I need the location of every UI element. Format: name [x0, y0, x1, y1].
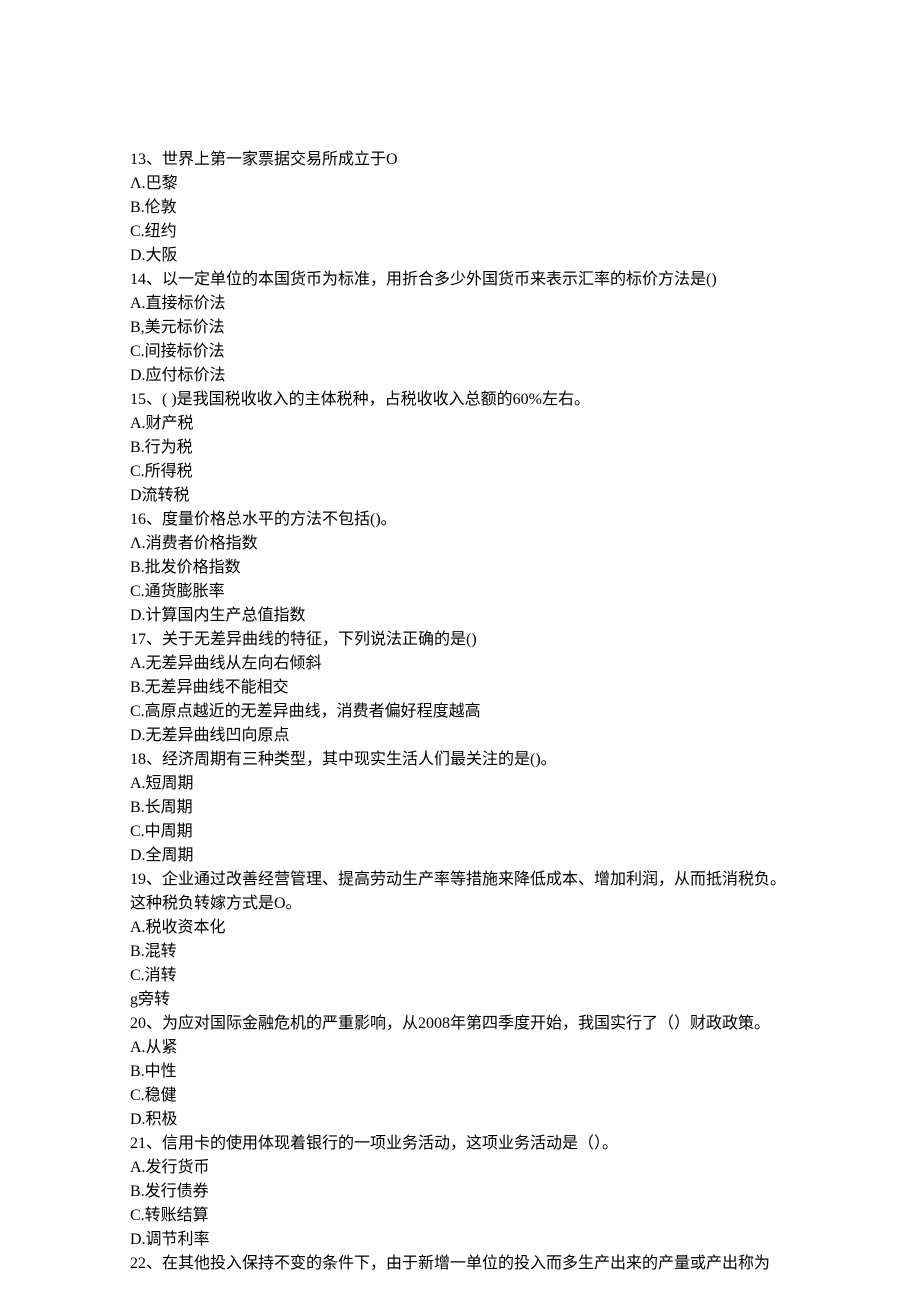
option-14-a: A.直接标价法 [130, 292, 790, 316]
question-13: 13、世界上第一家票据交易所成立于O [130, 148, 790, 172]
option-21-c: C.转账结算 [130, 1204, 790, 1228]
option-13-b: B.伦敦 [130, 196, 790, 220]
option-15-c: C.所得税 [130, 460, 790, 484]
option-13-a: Λ.巴黎 [130, 172, 790, 196]
option-20-d: D.积极 [130, 1108, 790, 1132]
question-14: 14、以一定单位的本国货币为标准，用折合多少外国货币来表示汇率的标价方法是() [130, 268, 790, 292]
option-14-d: D.应付标价法 [130, 364, 790, 388]
option-16-c: C.通货膨胀率 [130, 580, 790, 604]
option-21-a: A.发行货币 [130, 1156, 790, 1180]
option-15-a: A.财产税 [130, 412, 790, 436]
option-16-d: D.计算国内生产总值指数 [130, 604, 790, 628]
option-13-c: C.纽约 [130, 220, 790, 244]
option-16-a: Λ.消费者价格指数 [130, 532, 790, 556]
option-21-d: D.调节利率 [130, 1228, 790, 1252]
option-20-c: C.稳健 [130, 1084, 790, 1108]
option-16-b: B.批发价格指数 [130, 556, 790, 580]
option-18-a: A.短周期 [130, 772, 790, 796]
option-18-c: C.中周期 [130, 820, 790, 844]
option-15-d: D流转税 [130, 484, 790, 508]
option-19-a: A.税收资本化 [130, 916, 790, 940]
option-14-c: C.间接标价法 [130, 340, 790, 364]
option-17-b: B.无差异曲线不能相交 [130, 676, 790, 700]
option-19-b: B.混转 [130, 940, 790, 964]
option-17-a: A.无差异曲线从左向右倾斜 [130, 652, 790, 676]
question-22: 22、在其他投入保持不变的条件下，由于新增一单位的投入而多生产出来的产量或产出称… [130, 1252, 790, 1276]
option-20-b: B.中性 [130, 1060, 790, 1084]
option-13-d: D.大阪 [130, 244, 790, 268]
option-19-d: g旁转 [130, 988, 790, 1012]
option-17-d: D.无差异曲线凹向原点 [130, 724, 790, 748]
question-18: 18、经济周期有三种类型，其中现实生活人们最关注的是()。 [130, 748, 790, 772]
question-21: 21、信用卡的使用体现着银行的一项业务活动，这项业务活动是（）。 [130, 1132, 790, 1156]
question-16: 16、度量价格总水平的方法不包括()。 [130, 508, 790, 532]
option-18-b: B.长周期 [130, 796, 790, 820]
option-21-b: B.发行债券 [130, 1180, 790, 1204]
option-19-c: C.消转 [130, 964, 790, 988]
question-19: 19、企业通过改善经营管理、提高劳动生产率等措施来降低成本、增加利润，从而抵消税… [130, 868, 790, 916]
option-15-b: B.行为税 [130, 436, 790, 460]
option-20-a: A.从紧 [130, 1036, 790, 1060]
question-20: 20、为应对国际金融危机的严重影响，从2008年第四季度开始，我国实行了（）财政… [130, 1012, 790, 1036]
option-14-b: B,美元标价法 [130, 316, 790, 340]
option-17-c: C.高原点越近的无差异曲线，消费者偏好程度越高 [130, 700, 790, 724]
option-18-d: D.全周期 [130, 844, 790, 868]
question-17: 17、关于无差异曲线的特征，下列说法正确的是() [130, 628, 790, 652]
question-15: 15、( )是我国税收收入的主体税种，占税收收入总额的60%左右。 [130, 388, 790, 412]
